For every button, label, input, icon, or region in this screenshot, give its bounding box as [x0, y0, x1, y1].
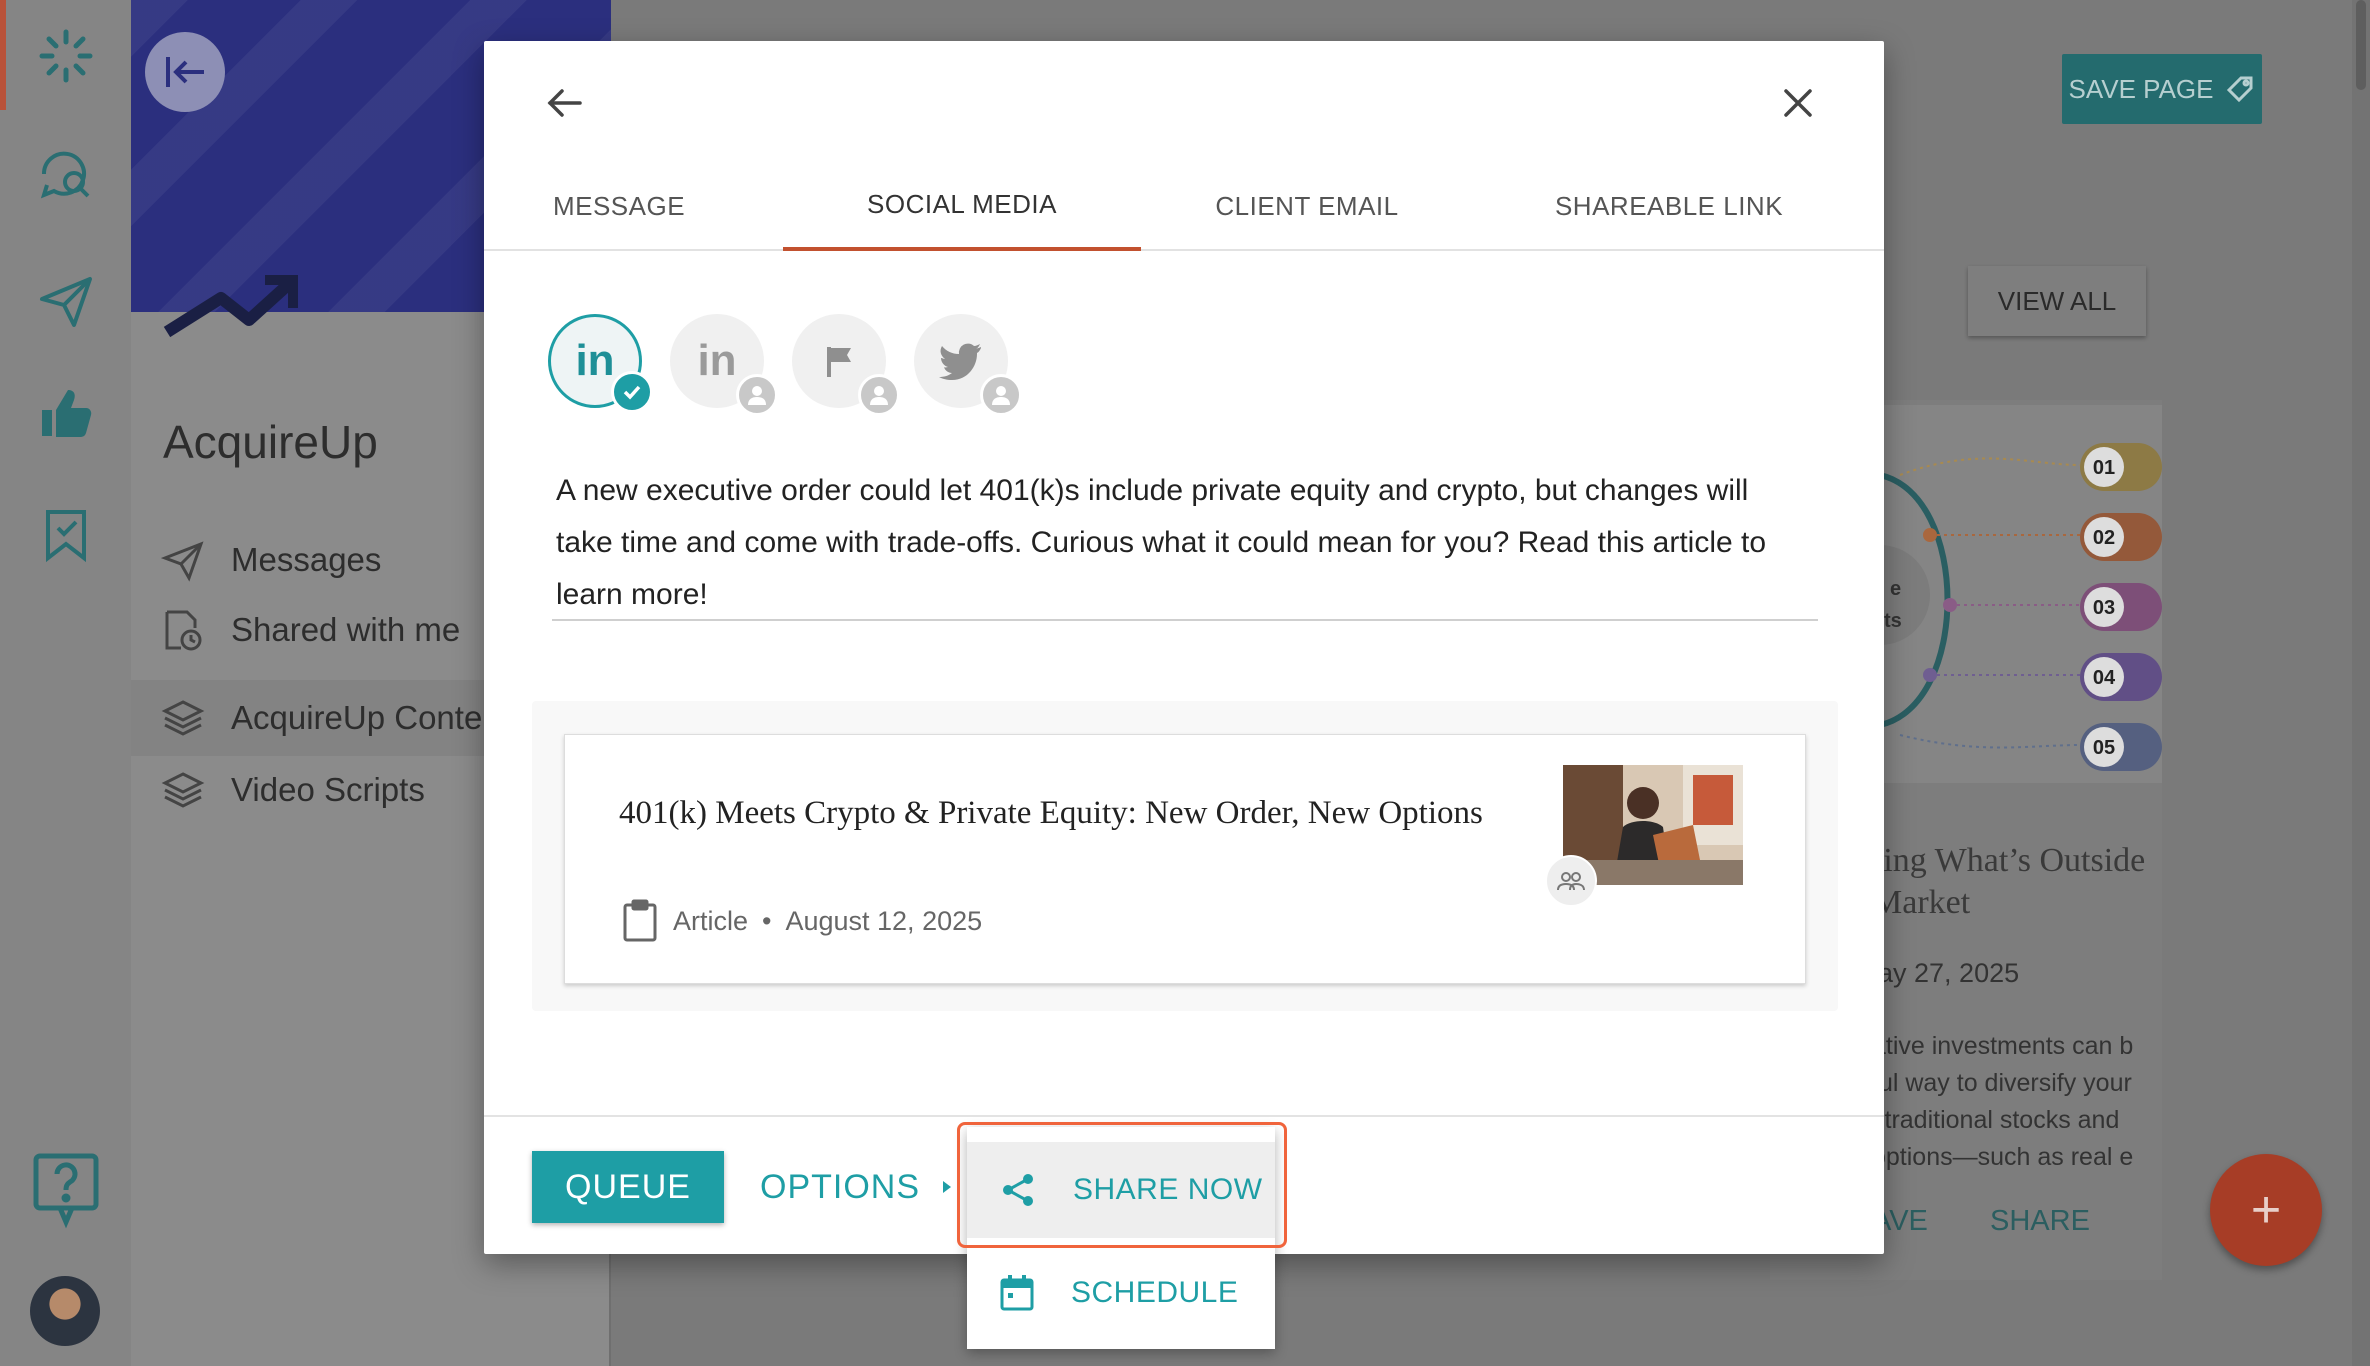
card-infographic: e ts 01 02 03 04 05 — [1880, 405, 2162, 783]
infographic-num: 02 — [2093, 527, 2115, 549]
desc-line: ative investments can b — [1872, 1032, 2134, 1060]
search-chat-icon[interactable] — [30, 140, 102, 212]
desc-line: l traditional stocks and — [1872, 1106, 2120, 1134]
collapse-sidebar-button[interactable] — [145, 32, 225, 112]
sidebar-item-label: Shared with me — [231, 611, 461, 648]
share-modal: MESSAGE SOCIAL MEDIA CLIENT EMAIL SHAREA… — [484, 41, 1884, 1254]
sidebar-item-shared[interactable]: Shared with me — [161, 600, 460, 660]
person-icon — [858, 374, 900, 416]
desc-line: options—such as real e — [1872, 1143, 2134, 1171]
article-meta: Article • August 12, 2025 — [621, 899, 982, 943]
save-page-label: SAVE PAGE — [2068, 73, 2214, 104]
infographic-text: ts — [1884, 610, 1902, 632]
layers-icon — [161, 772, 205, 808]
sidebar-item-label: Video Scripts — [231, 771, 425, 808]
background-card-title: ring What’s Outside Market — [1872, 840, 2172, 924]
back-arrow-icon[interactable] — [536, 75, 592, 131]
article-type: Article — [673, 905, 749, 936]
tag-icon — [2227, 76, 2253, 103]
article-title: 401(k) Meets Crypto & Private Equity: Ne… — [619, 795, 1483, 831]
bookmark-map-icon[interactable] — [30, 498, 102, 570]
infographic-num: 01 — [2093, 457, 2115, 479]
network-facebook-page[interactable] — [792, 314, 900, 416]
close-icon[interactable] — [1770, 75, 1826, 131]
sidebar-item-label: Messages — [231, 541, 382, 578]
sidebar-item-video-scripts[interactable]: Video Scripts — [161, 760, 425, 820]
add-fab-button[interactable]: + — [2210, 1154, 2322, 1266]
article-card[interactable]: 401(k) Meets Crypto & Private Equity: Ne… — [564, 734, 1806, 984]
meta-bullet: • — [762, 905, 772, 936]
sidebar-item-messages[interactable]: Messages — [161, 530, 381, 590]
network-linkedin-page[interactable]: in — [670, 314, 778, 416]
message-underline — [552, 619, 1818, 621]
tab-message[interactable]: MESSAGE — [544, 161, 694, 251]
infographic-num: 03 — [2093, 597, 2115, 619]
view-all-button[interactable]: VIEW ALL — [1968, 266, 2146, 336]
background-card-date: lay 27, 2025 — [1872, 958, 2020, 988]
background-share-link[interactable]: SHARE — [1990, 1205, 2090, 1238]
article-date: August 12, 2025 — [785, 905, 983, 936]
sidebar-item-label: AcquireUp Content — [231, 699, 510, 736]
calendar-icon — [1000, 1275, 1034, 1311]
title-line: Market — [1872, 884, 1971, 921]
title-line: ring What’s Outside — [1872, 842, 2146, 879]
scrollbar-thumb[interactable] — [2356, 0, 2366, 90]
linkedin-icon: in — [575, 336, 615, 385]
footer-divider — [484, 1115, 1884, 1117]
user-avatar[interactable] — [30, 1276, 100, 1346]
message-textarea[interactable]: A new executive order could let 401(k)s … — [556, 465, 1806, 621]
shared-doc-icon — [165, 610, 202, 651]
brand-name: AcquireUp — [163, 416, 378, 468]
options-button[interactable]: OPTIONS — [760, 1151, 954, 1223]
infographic-num: 05 — [2093, 737, 2115, 759]
layers-icon — [161, 700, 205, 736]
menu-item-label: SCHEDULE — [1071, 1276, 1239, 1309]
team-icon — [1545, 855, 1597, 907]
infographic-num: 04 — [2093, 667, 2116, 689]
rail-accent — [0, 0, 6, 110]
highlight-outline — [957, 1122, 1287, 1248]
scrollbar[interactable] — [2352, 0, 2370, 1366]
save-page-button[interactable]: SAVE PAGE — [2062, 54, 2262, 124]
tab-shareable-link[interactable]: SHAREABLE LINK — [1544, 161, 1794, 251]
network-twitter[interactable] — [914, 314, 1022, 416]
menu-item-schedule[interactable]: SCHEDULE — [967, 1245, 1275, 1341]
sidebar-item-acquireup-content[interactable]: AcquireUp Content — [161, 688, 510, 748]
clipboard-icon — [623, 899, 657, 942]
modal-tabs: MESSAGE SOCIAL MEDIA CLIENT EMAIL SHAREA… — [484, 161, 1884, 251]
flag-icon — [827, 347, 851, 377]
infographic-text: e — [1890, 578, 1901, 600]
brand-logo-icon — [163, 275, 298, 338]
background-card-description: ative investments can b ful way to diver… — [1872, 1028, 2172, 1176]
tab-client-email[interactable]: CLIENT EMAIL — [1200, 161, 1414, 251]
thumbs-up-icon[interactable] — [30, 378, 102, 450]
left-rail — [0, 0, 131, 1366]
send-icon[interactable] — [30, 265, 102, 337]
queue-button[interactable]: QUEUE — [532, 1151, 724, 1223]
help-icon[interactable] — [30, 1150, 102, 1230]
person-icon — [736, 374, 778, 416]
check-icon — [611, 371, 653, 413]
send-outline-icon — [161, 541, 204, 582]
caret-right-icon — [943, 1181, 952, 1193]
network-linkedin-selected[interactable]: in — [548, 314, 653, 413]
options-label: OPTIONS — [760, 1167, 921, 1206]
twitter-icon — [939, 343, 981, 380]
desc-line: ful way to diversify your — [1872, 1069, 2132, 1097]
logo-burst-icon[interactable] — [30, 20, 102, 92]
linkedin-icon: in — [697, 336, 737, 385]
tab-social-media[interactable]: SOCIAL MEDIA — [783, 161, 1141, 251]
person-icon — [980, 374, 1022, 416]
